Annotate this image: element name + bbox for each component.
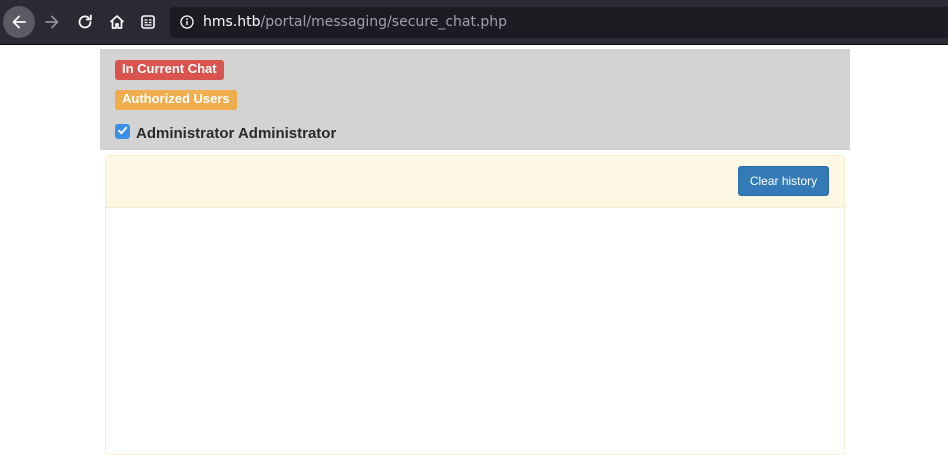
in-current-chat-label: In Current Chat xyxy=(115,60,224,80)
home-icon xyxy=(108,13,126,31)
back-button[interactable] xyxy=(3,6,35,38)
reader-view-button[interactable] xyxy=(132,6,164,38)
reload-button[interactable] xyxy=(69,6,101,38)
chat-panel: Clear history xyxy=(105,155,845,455)
checkmark-icon xyxy=(117,123,128,141)
user-name: Administrator Administrator xyxy=(136,125,337,142)
url-path: /portal/messaging/secure_chat.php xyxy=(260,14,508,30)
forward-arrow-icon xyxy=(43,13,61,31)
home-button[interactable] xyxy=(101,6,133,38)
back-arrow-icon xyxy=(10,13,28,31)
url-host: hms.htb xyxy=(203,14,261,30)
clear-history-button[interactable]: Clear history xyxy=(738,166,829,196)
url-text[interactable]: hms.htb/portal/messaging/secure_chat.php xyxy=(203,14,507,30)
reader-view-icon xyxy=(139,13,157,31)
user-checkbox[interactable] xyxy=(115,124,130,139)
chat-users-header: In Current Chat Authorized Users Adminis… xyxy=(100,49,850,150)
authorized-users-label: Authorized Users xyxy=(115,90,237,110)
user-list-item: Administrator Administrator xyxy=(115,123,337,142)
reload-icon xyxy=(76,13,94,31)
info-icon[interactable] xyxy=(180,15,194,29)
address-bar[interactable]: hms.htb/portal/messaging/secure_chat.php xyxy=(170,7,948,38)
forward-button[interactable] xyxy=(36,6,68,38)
chat-panel-heading: Clear history xyxy=(106,156,844,208)
browser-toolbar: hms.htb/portal/messaging/secure_chat.php xyxy=(0,0,948,45)
